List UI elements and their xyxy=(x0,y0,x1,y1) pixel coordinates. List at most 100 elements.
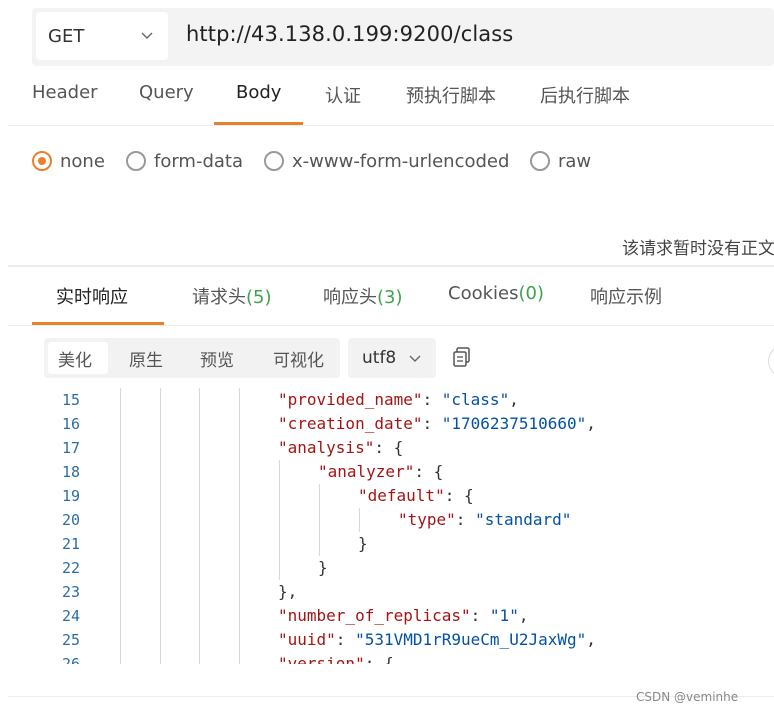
tab-count: (0) xyxy=(518,283,544,304)
divider xyxy=(8,325,774,326)
tab-body[interactable]: Body xyxy=(236,82,281,103)
tab-label: Cookies xyxy=(448,283,519,304)
tab-auth[interactable]: 认证 xyxy=(325,82,361,108)
view-pretty-button[interactable]: 美化 xyxy=(58,346,92,371)
code-text: "number_of_replicas": "1", xyxy=(278,604,528,628)
tab-request-headers[interactable]: 请求头(5) xyxy=(192,283,272,309)
json-key: "provided_name" xyxy=(278,390,423,409)
radio-checked-icon xyxy=(32,151,52,171)
tab-label: 实时响应 xyxy=(56,287,128,308)
tab-label: 请求头 xyxy=(192,287,246,308)
code-text: "analysis": { xyxy=(278,436,403,460)
code-line: 16 "creation_date": "1706237510660", xyxy=(44,412,774,436)
json-key: "analyzer" xyxy=(318,462,415,481)
code-text: }, xyxy=(278,580,297,604)
line-number: 22 xyxy=(61,559,80,577)
json-punctuation: } xyxy=(318,558,328,577)
encoding-select[interactable]: utf8 xyxy=(348,338,436,378)
line-number: 19 xyxy=(61,487,80,505)
method-select[interactable]: GET xyxy=(36,12,168,60)
radio-label: raw xyxy=(558,150,592,172)
json-punctuation: , xyxy=(586,414,596,433)
code-text: "analyzer": { xyxy=(318,460,443,484)
view-preview-button[interactable]: 预览 xyxy=(200,346,234,371)
line-number: 17 xyxy=(61,439,80,457)
radio-icon xyxy=(264,151,284,171)
tab-pre-script[interactable]: 预执行脚本 xyxy=(406,82,496,108)
line-number: 24 xyxy=(61,607,80,625)
json-key: "number_of_replicas" xyxy=(278,606,471,625)
response-code-viewer[interactable]: 15 "provided_name": "class", 16 "creation_d… xyxy=(44,388,774,664)
json-punctuation: : { xyxy=(444,486,474,505)
json-string: "531VMD1rR9ueCm_U2JaxWg" xyxy=(355,630,587,649)
radio-label: form-data xyxy=(154,150,244,172)
line-number: 15 xyxy=(61,391,80,409)
line-number: 21 xyxy=(61,535,80,553)
radio-label: none xyxy=(60,150,105,172)
json-string: "1706237510660" xyxy=(441,414,587,433)
view-visualize-button[interactable]: 可视化 xyxy=(273,346,324,371)
json-punctuation: : xyxy=(422,414,442,433)
line-number: 23 xyxy=(61,583,80,601)
radio-none[interactable]: none xyxy=(32,148,105,174)
code-text: "version": { xyxy=(278,652,394,664)
watermark: CSDN @veminhe xyxy=(636,690,739,704)
json-punctuation: : xyxy=(470,606,490,625)
tab-response-examples[interactable]: 响应示例 xyxy=(590,283,662,309)
code-line: 19 "default": { xyxy=(44,484,774,508)
code-text: "type": "standard" xyxy=(398,508,571,532)
json-punctuation: : xyxy=(335,630,356,649)
view-raw-button[interactable]: 原生 xyxy=(129,346,163,371)
json-punctuation: }, xyxy=(278,582,298,601)
code-line: 25 "uuid": "531VMD1rR9ueCm_U2JaxWg", xyxy=(44,628,774,652)
json-punctuation: , xyxy=(509,390,519,409)
code-text: } xyxy=(318,556,328,580)
tab-count: (5) xyxy=(246,287,272,308)
divider xyxy=(8,125,774,126)
json-key: "uuid" xyxy=(278,630,336,649)
code-line: 20 "type": "standard" xyxy=(44,508,774,532)
tab-query[interactable]: Query xyxy=(139,82,194,103)
code-line: 15 "provided_name": "class", xyxy=(44,388,774,412)
side-button[interactable] xyxy=(768,345,774,377)
json-punctuation: : { xyxy=(364,654,394,664)
encoding-label: utf8 xyxy=(362,348,397,368)
radio-form-data[interactable]: form-data xyxy=(126,148,243,174)
line-number: 16 xyxy=(61,415,80,433)
radio-raw[interactable]: raw xyxy=(530,148,591,174)
code-line: 26 "version": { xyxy=(44,652,774,664)
tab-cookies[interactable]: Cookies(0) xyxy=(448,283,544,304)
json-punctuation: , xyxy=(586,630,596,649)
code-line: 22} xyxy=(44,556,774,580)
json-key: "type" xyxy=(398,510,456,529)
tab-label: 响应示例 xyxy=(590,287,662,308)
radio-icon xyxy=(126,151,146,171)
json-punctuation: : xyxy=(422,390,442,409)
tab-response-headers[interactable]: 响应头(3) xyxy=(323,283,403,309)
tab-count: (3) xyxy=(377,287,403,308)
code-text: } xyxy=(358,532,368,556)
code-line: 23}, xyxy=(44,580,774,604)
chevron-down-icon xyxy=(409,355,421,362)
code-text: "default": { xyxy=(358,484,474,508)
radio-label: x-www-form-urlencoded xyxy=(292,150,510,172)
json-punctuation: } xyxy=(358,534,368,553)
code-line: 24 "number_of_replicas": "1", xyxy=(44,604,774,628)
radio-icon xyxy=(530,151,550,171)
radio-urlencoded[interactable]: x-www-form-urlencoded xyxy=(264,148,509,174)
copy-icon[interactable] xyxy=(452,346,472,368)
json-key: "creation_date" xyxy=(278,414,423,433)
tab-header[interactable]: Header xyxy=(32,82,98,103)
line-number: 25 xyxy=(61,631,80,649)
json-string: "class" xyxy=(441,390,510,409)
tab-post-script[interactable]: 后执行脚本 xyxy=(540,82,630,108)
code-text: "provided_name": "class", xyxy=(278,388,519,412)
tab-live-response[interactable]: 实时响应 xyxy=(56,283,128,309)
chevron-down-icon xyxy=(141,32,153,39)
line-number: 18 xyxy=(61,463,80,481)
url-input[interactable]: http://43.138.0.199:9200/class xyxy=(186,22,513,46)
code-line: 17 "analysis": { xyxy=(44,436,774,460)
code-text: "creation_date": "1706237510660", xyxy=(278,412,596,436)
code-line: 21} xyxy=(44,532,774,556)
code-text: "uuid": "531VMD1rR9ueCm_U2JaxWg", xyxy=(278,628,596,652)
